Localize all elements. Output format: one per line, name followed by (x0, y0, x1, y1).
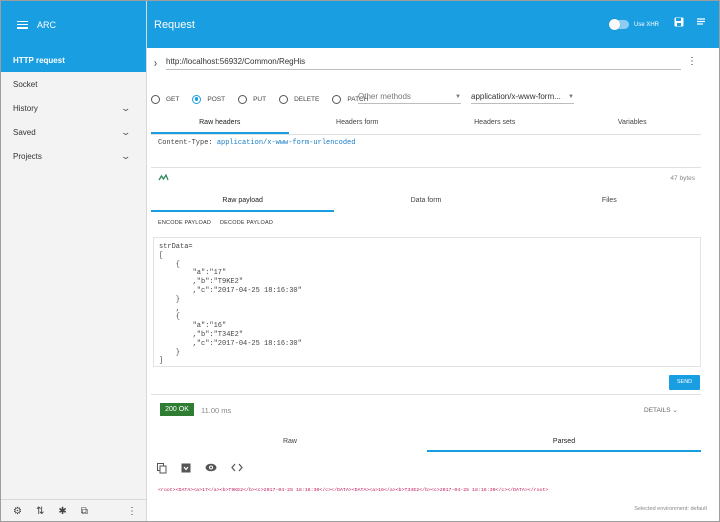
raw-headers-editor[interactable]: Content-Type: application/x-www-form-url… (158, 139, 355, 147)
content-type-select[interactable]: application/x-www-form... ▼ (471, 90, 574, 104)
tab-parsed[interactable]: Parsed (427, 432, 701, 452)
chevron-right-icon[interactable]: › (154, 57, 157, 70)
decode-payload-button[interactable]: DECODE PAYLOAD (220, 220, 273, 226)
sort-icon[interactable]: ⇅ (36, 506, 44, 517)
gear-icon[interactable]: ⚙ (13, 506, 22, 517)
tab-raw-payload[interactable]: Raw payload (151, 192, 335, 212)
content-type-value: application/x-www-form... (471, 92, 561, 101)
copy-icon[interactable] (157, 463, 167, 477)
xhr-toggle[interactable] (608, 19, 629, 30)
header-key: Content-Type: (158, 139, 213, 147)
method-post-radio[interactable]: POST (192, 94, 226, 104)
chevron-down-icon: ⌄ (120, 150, 132, 161)
tab-raw-headers[interactable]: Raw headers (151, 114, 289, 134)
sidebar-item-label: Projects (13, 151, 42, 161)
method-label: POST (207, 95, 226, 103)
response-toolbar (157, 463, 243, 477)
details-button[interactable]: DETAILS ⌄ (644, 406, 678, 414)
dropdown-arrow-icon: ▼ (568, 93, 574, 100)
sidebar-item-label: Socket (13, 79, 38, 89)
payload-editor[interactable]: strData= [ { "a":"17" ,"b":"T9KE2" ,"c":… (153, 237, 701, 367)
send-button[interactable]: SEND (669, 375, 700, 390)
sidebar-item-label: Saved (13, 127, 36, 137)
tab-headers-sets[interactable]: Headers sets (426, 114, 564, 134)
environment-label: Selected environment: default (634, 506, 707, 512)
check-icon (158, 173, 170, 186)
payload-size: 47 bytes (670, 175, 695, 182)
method-get-radio[interactable]: GET (151, 94, 180, 104)
other-methods-placeholder: Other methods (358, 92, 411, 101)
response-body: <root><DATA><a>17</a><b>T9KE2</b><c>2017… (158, 488, 549, 493)
method-label: PUT (253, 95, 267, 103)
save-download-icon[interactable] (181, 463, 191, 477)
method-selector: GET POST PUT DELETE PATCH (151, 89, 381, 109)
details-label: DETAILS (644, 407, 671, 414)
method-delete-radio[interactable]: DELETE (279, 94, 320, 104)
sidebar-header: ARC (1, 1, 146, 48)
chevron-down-icon: ⌄ (672, 407, 678, 414)
tab-files[interactable]: Files (518, 192, 701, 212)
xhr-toggle-group: Use XHR (608, 1, 659, 48)
eye-icon[interactable] (205, 463, 217, 477)
sidebar: ARC HTTP request Socket History ⌄ Saved … (1, 1, 147, 521)
tab-headers-form[interactable]: Headers form (289, 114, 427, 134)
tab-variables[interactable]: Variables (564, 114, 702, 134)
sidebar-item-socket[interactable]: Socket (1, 72, 146, 96)
divider (151, 134, 701, 135)
divider (151, 167, 701, 168)
sidebar-item-saved[interactable]: Saved ⌄ (1, 120, 146, 144)
header-tabs: Raw headers Headers form Headers sets Va… (151, 114, 701, 134)
list-icon[interactable] (696, 17, 706, 30)
main-header: Request Use XHR (147, 1, 719, 48)
method-put-radio[interactable]: PUT (238, 94, 267, 104)
url-underline (166, 69, 681, 70)
dropdown-arrow-icon: ▼ (455, 93, 461, 100)
sidebar-item-http-request[interactable]: HTTP request (1, 48, 146, 72)
bug-icon[interactable]: ✱ (58, 506, 66, 517)
sidebar-item-label: HTTP request (13, 55, 65, 65)
menu-icon[interactable] (17, 20, 28, 29)
sidebar-item-label: History (13, 103, 38, 113)
open-external-icon[interactable]: ⧉ (81, 506, 88, 517)
method-label: GET (166, 95, 180, 103)
page-title: Request (154, 18, 195, 31)
tab-raw[interactable]: Raw (153, 432, 427, 452)
chevron-down-icon: ⌄ (120, 126, 132, 137)
payload-text: strData= [ { "a":"17" ,"b":"T9KE2" ,"c":… (159, 243, 302, 366)
divider (151, 394, 701, 395)
response-time: 11.00 ms (201, 406, 232, 415)
response-tabs: Raw Parsed (153, 432, 701, 452)
sidebar-footer: ⚙ ⇅ ✱ ⧉ ⋮ (1, 499, 147, 521)
more-vert-icon[interactable]: ⋮ (687, 56, 697, 67)
sidebar-item-projects[interactable]: Projects ⌄ (1, 144, 146, 168)
app-window: ARC HTTP request Socket History ⌄ Saved … (0, 0, 720, 522)
header-value: application/x-www-form-urlencoded (216, 139, 356, 147)
url-input[interactable]: http://localhost:56932/Common/RegHis (166, 57, 305, 66)
xhr-label: Use XHR (633, 21, 659, 28)
status-badge: 200 OK (160, 403, 194, 416)
method-label: DELETE (294, 95, 320, 103)
sidebar-item-history[interactable]: History ⌄ (1, 96, 146, 120)
tab-data-form[interactable]: Data form (334, 192, 517, 212)
code-icon[interactable] (231, 463, 243, 477)
more-vert-icon[interactable]: ⋮ (127, 506, 137, 517)
save-icon[interactable] (674, 17, 684, 30)
encode-payload-button[interactable]: ENCODE PAYLOAD (158, 220, 211, 226)
other-methods-select[interactable]: Other methods ▼ (358, 90, 461, 104)
app-name: ARC (37, 19, 57, 30)
chevron-down-icon: ⌄ (120, 102, 132, 113)
payload-tabs: Raw payload Data form Files (151, 192, 701, 212)
url-bar: › http://localhost:56932/Common/RegHis ⋮ (147, 48, 719, 78)
